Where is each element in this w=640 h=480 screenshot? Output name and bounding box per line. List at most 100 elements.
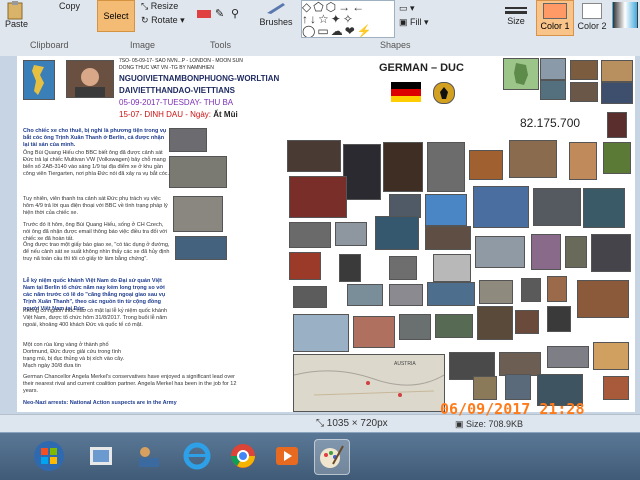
- magnifier-tool[interactable]: ⚲: [230, 6, 240, 21]
- header-small-2: DONG THUC VAT VN -TG BY NAMNHIEN: [119, 65, 214, 71]
- color2-button[interactable]: Color 2: [576, 0, 608, 32]
- news-photo-20: [505, 374, 531, 400]
- news-photo-14: [435, 314, 473, 338]
- taskbar-app-chrome[interactable]: [226, 439, 260, 473]
- map-country-label: AUSTRIA: [394, 361, 416, 367]
- resize-icon: ⤡: [141, 1, 149, 11]
- paste-label: Paste: [5, 19, 29, 29]
- header-small-1: 7SO- 05-09-17- SAO NVN...P - LONDON - MO…: [119, 58, 243, 64]
- speaker-photo: [289, 176, 347, 218]
- people-icon: [139, 447, 159, 467]
- statue-photo: [565, 236, 587, 268]
- news-photo-13: [399, 314, 431, 340]
- news-photo-1: [175, 236, 227, 260]
- rotate-icon: ↻: [141, 15, 149, 25]
- article-1-para-4: Ông được trao một giấy báo giao xe, "có …: [23, 242, 170, 262]
- car-photo-1: [169, 128, 207, 152]
- pasted-image-canvas[interactable]: 7SO- 05-09-17- SAO NVN...P - LONDON - MO…: [17, 56, 635, 412]
- taskbar-app-ie[interactable]: [180, 439, 214, 473]
- population-number: 82.175.700: [520, 116, 581, 130]
- paint-icon: [320, 445, 344, 468]
- news-photo-8: [293, 286, 327, 308]
- color-picker-tool[interactable]: ✎: [214, 6, 225, 21]
- news-photo-22: [603, 376, 629, 400]
- rotate-button[interactable]: ↻ Rotate ▾: [140, 14, 186, 27]
- taskbar-app-paint[interactable]: [314, 439, 350, 475]
- car-photo-4: [533, 188, 581, 226]
- eraser-tool[interactable]: [196, 8, 212, 22]
- man-photo: [339, 254, 361, 282]
- news-photo-7: [389, 256, 417, 280]
- news-photo-11: [521, 278, 541, 302]
- chrome-icon: [231, 444, 255, 468]
- size-button[interactable]: Size: [500, 4, 532, 27]
- food-photo: [577, 280, 629, 318]
- news-photo-6: [591, 234, 631, 272]
- news-photo-3: [335, 222, 367, 246]
- portrait-photo-b: [343, 144, 381, 200]
- header-line-2: DAIVIETTHANDAO-VIETTIANS: [119, 86, 235, 95]
- color1-label: Color 1: [540, 21, 570, 31]
- news-photo-5: [425, 226, 471, 250]
- taskbar-app-media[interactable]: [270, 439, 304, 473]
- magnifier-icon: ⚲: [231, 8, 240, 20]
- rotate-label: Rotate: [151, 15, 178, 25]
- car-photo-6: [433, 254, 471, 282]
- city-thumb-6: [601, 82, 633, 104]
- portrait-photo-d: [427, 142, 465, 192]
- news-photo-4: [375, 216, 419, 250]
- merkel-photo: [569, 142, 597, 180]
- size-line-icon: [505, 7, 527, 9]
- news-photo-2: [289, 222, 331, 248]
- news-photo-12: [547, 276, 567, 302]
- news-photo-15: [547, 306, 571, 332]
- fill-button[interactable]: ▣ Fill ▾: [398, 16, 430, 29]
- country-title: GERMAN – DUC: [379, 62, 464, 74]
- color2-swatch: [582, 3, 602, 19]
- building-photo: [509, 140, 557, 178]
- shapes-gallery[interactable]: ◇⬠⬡→← ↑↓☆✦✧ ◯▭☁❤⚡: [301, 0, 395, 38]
- portrait-photo-c: [383, 142, 423, 192]
- news-photo-19: [473, 376, 497, 400]
- eyedropper-icon: ✎: [215, 8, 225, 20]
- article-3-body: Một con rùa lùng vàng ở thành phố Dortmu…: [23, 342, 125, 369]
- ribbon: Paste Copy Clipboard Select ⤡ Resize ↻ R…: [0, 0, 640, 57]
- german-flag-image: [391, 82, 421, 102]
- copy-button[interactable]: Copy: [58, 0, 81, 12]
- windows-start-icon: [34, 441, 64, 471]
- color1-button[interactable]: Color 1: [536, 0, 574, 36]
- media-player-icon: [276, 447, 298, 465]
- start-button[interactable]: [32, 439, 66, 473]
- car-photo-2: [169, 156, 227, 188]
- article-1-para-3: Trước đó ít hôm, ông Bùi Quang Hiếu, sốn…: [23, 222, 167, 242]
- color-palette[interactable]: [612, 2, 638, 28]
- brushes-label: Brushes: [259, 17, 293, 27]
- resize-button[interactable]: ⤡ Resize: [140, 0, 179, 13]
- city-thumb-1: [540, 58, 566, 80]
- news-photo-9: [347, 284, 383, 306]
- header-date-line: 05-09-2017-TUESDAY- THU BA: [119, 98, 234, 107]
- snow-mountain-photo: [293, 314, 349, 352]
- article-4-body: German Chancellor Angela Merkel's conser…: [23, 374, 237, 394]
- german-eagle-emblem: [433, 82, 455, 104]
- outline-button[interactable]: ▭ ▾: [398, 2, 416, 15]
- car-photo-5: [475, 236, 525, 268]
- food-photo-2: [593, 342, 629, 370]
- woman-photo: [289, 252, 321, 280]
- paste-button[interactable]: Paste: [4, 0, 56, 36]
- select-button[interactable]: Select: [97, 0, 135, 32]
- lunar-year: Ất Mùi: [213, 110, 238, 119]
- desktop-app-icon: [90, 447, 112, 465]
- header-line-1: NGUOIVIETNAMBONPHUONG-WORLTIAN: [119, 74, 280, 83]
- ship-photo: [583, 188, 625, 228]
- brushes-button[interactable]: Brushes: [255, 0, 297, 36]
- taskbar-app-people[interactable]: [132, 439, 166, 473]
- taskbar-app-paint-shortcut[interactable]: [84, 439, 118, 473]
- internet-explorer-icon: [183, 442, 211, 470]
- vietnam-map-image: [23, 60, 55, 100]
- boat-photo: [427, 282, 475, 306]
- europe-map: AUSTRIA: [293, 354, 445, 412]
- color1-swatch: [543, 3, 567, 19]
- article-1-body: Ông Bùi Quang Hiếu cho BBC biết ông đã đ…: [23, 150, 170, 177]
- size-line-icon: [505, 11, 527, 14]
